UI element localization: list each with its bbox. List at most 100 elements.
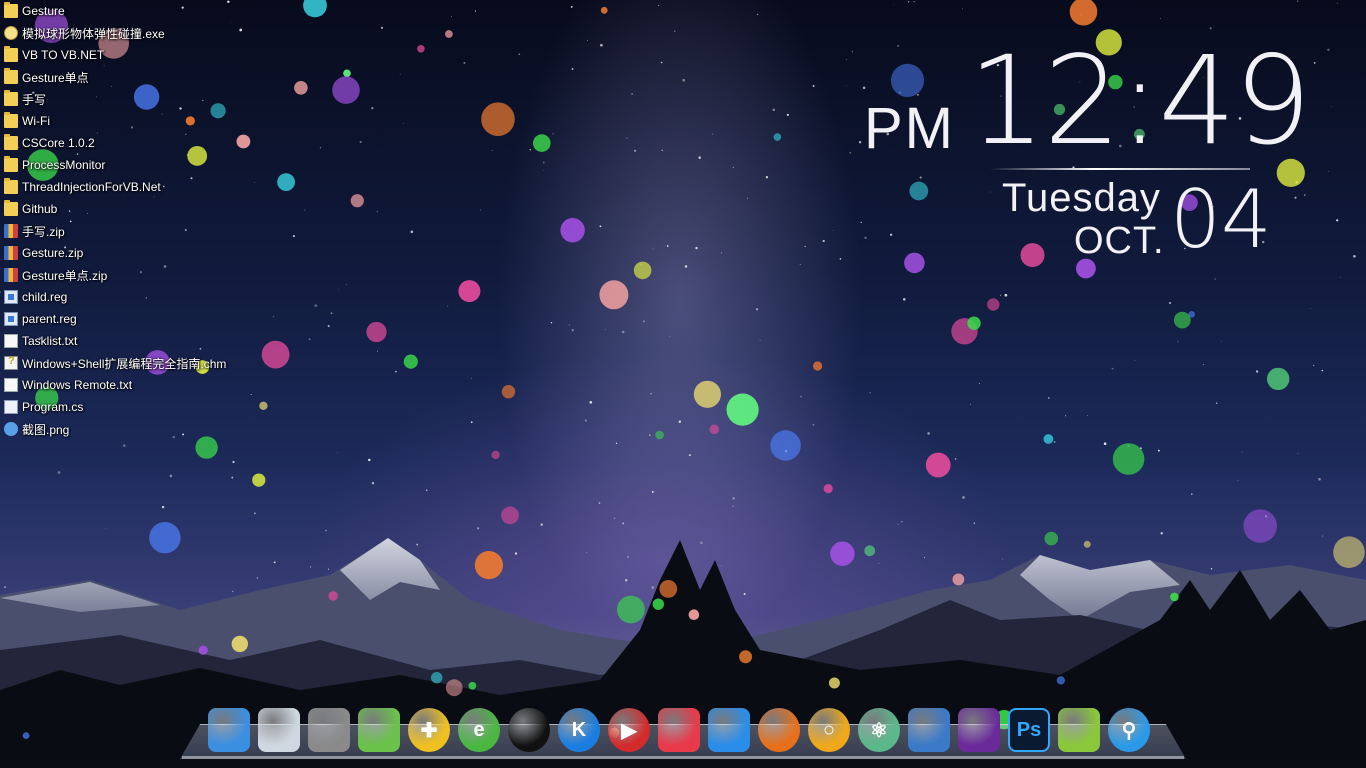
png-icon	[4, 422, 18, 436]
glow-orb	[633, 261, 652, 280]
glow-orb	[332, 76, 360, 104]
glow-orb	[501, 506, 519, 525]
desktop-item[interactable]: ThreadInjectionForVB.Net	[4, 176, 254, 198]
desktop-item[interactable]: 手写	[4, 88, 254, 110]
desktop-item[interactable]: CSCore 1.0.2	[4, 132, 254, 154]
search-icon[interactable]: ⚲	[1108, 708, 1150, 752]
glow-orb	[726, 393, 759, 426]
glow-orb	[22, 732, 30, 739]
glow-orb	[350, 194, 364, 208]
glow-orb	[830, 541, 855, 566]
txt-icon	[4, 378, 18, 392]
glow-orb	[468, 681, 477, 690]
glow-orb	[659, 580, 678, 598]
glow-orb	[1044, 531, 1059, 546]
clock-widget: PM 12:49 Tuesday OCT. 04	[860, 40, 1312, 270]
360-security-icon[interactable]: ✚	[408, 708, 450, 752]
folder-icon	[4, 156, 18, 172]
desktop-item[interactable]: Windows+Shell扩展编程完全指南.chm	[4, 352, 254, 374]
glow-orb	[709, 424, 720, 435]
ie-browser-icon[interactable]: e	[458, 708, 500, 752]
notepad-plus-icon[interactable]	[1058, 708, 1100, 752]
desktop-item[interactable]: parent.reg	[4, 308, 254, 330]
glow-orb	[823, 484, 833, 494]
desktop-item[interactable]: Gesture单点	[4, 66, 254, 88]
glow-orb	[1069, 0, 1098, 26]
glow-orb	[770, 430, 801, 461]
kugou-music-icon[interactable]: K	[558, 708, 600, 752]
dock-glyph: ⚲	[1121, 719, 1137, 742]
tmall-cat-icon[interactable]	[658, 708, 700, 752]
qq-penguin-icon[interactable]	[508, 708, 550, 752]
glow-orb	[1112, 443, 1145, 475]
clock-month: OCT.	[1074, 220, 1165, 262]
glow-orb	[431, 672, 443, 684]
glow-orb	[813, 361, 823, 371]
android-folder-icon[interactable]	[358, 708, 400, 752]
desktop-item[interactable]: Gesture单点.zip	[4, 264, 254, 286]
desktop-item[interactable]: ProcessMonitor	[4, 154, 254, 176]
visual-studio-icon[interactable]	[958, 708, 1000, 752]
desktop-item-label: Github	[22, 202, 58, 216]
glow-orb	[1043, 434, 1054, 444]
folder-icon	[4, 68, 18, 84]
desktop-item-label: ThreadInjectionForVB.Net	[22, 180, 161, 194]
desktop-item[interactable]: Program.cs	[4, 396, 254, 418]
glow-orb	[366, 321, 387, 343]
glow-orb	[1170, 592, 1179, 602]
zip-icon	[4, 268, 18, 282]
glow-orb	[828, 677, 840, 689]
desktop-item[interactable]: Windows Remote.txt	[4, 374, 254, 396]
vmware-icon[interactable]	[908, 708, 950, 752]
desktop-item-label: Windows+Shell扩展编程完全指南.chm	[22, 356, 227, 371]
desktop-item[interactable]: 手写.zip	[4, 220, 254, 242]
clock-day: 04	[1170, 173, 1272, 266]
glow-orb	[952, 573, 965, 586]
desktop-item-label: 截图.png	[22, 422, 70, 437]
computer-icon[interactable]	[208, 708, 250, 752]
glow-orb	[303, 0, 327, 18]
desktop-item-label: 手写.zip	[22, 224, 65, 239]
glow-orb	[693, 380, 722, 408]
dock-glyph: ⚛	[870, 719, 888, 742]
desktop-item[interactable]: VB TO VB.NET	[4, 44, 254, 66]
desktop-item-label: Gesture	[22, 4, 65, 18]
desktop-item[interactable]: child.reg	[4, 286, 254, 308]
desktop-item-label: Gesture单点.zip	[22, 268, 108, 283]
glow-orb	[198, 645, 208, 655]
desktop-item-label: Gesture单点	[22, 70, 89, 85]
desktop-item[interactable]: Github	[4, 198, 254, 220]
dock-glyph: ○	[822, 718, 836, 741]
recycle-bin-icon[interactable]	[258, 708, 300, 752]
desktop-item[interactable]: Tasklist.txt	[4, 330, 254, 352]
folder-icon	[4, 90, 18, 106]
folder-icon	[4, 200, 18, 216]
photoshop-icon[interactable]: Ps	[1008, 708, 1050, 752]
desktop-item-label: Windows Remote.txt	[22, 378, 133, 392]
desktop-item[interactable]: 模拟球形物体弹性碰撞.exe	[4, 22, 254, 44]
firefox-icon[interactable]	[758, 708, 800, 752]
glow-orb	[445, 30, 453, 38]
atom-editor-icon[interactable]: ⚛	[858, 708, 900, 752]
media-player-icon[interactable]: ▶	[608, 708, 650, 752]
desktop-item[interactable]: Wi-Fi	[4, 110, 254, 132]
glow-orb	[259, 401, 268, 410]
glow-orb	[1243, 509, 1277, 543]
desktop-item[interactable]: 截图.png	[4, 418, 254, 440]
chrome-like-icon[interactable]: ○	[808, 708, 850, 752]
glow-orb	[403, 354, 418, 369]
feige-bird-icon[interactable]	[708, 708, 750, 752]
glow-orb	[1267, 367, 1290, 391]
desktop-item[interactable]: Gesture.zip	[4, 242, 254, 264]
desktop-item[interactable]: Gesture	[4, 0, 254, 22]
glow-orb	[294, 81, 308, 95]
desktop-item-label: VB TO VB.NET	[22, 48, 105, 62]
clock-weekday: Tuesday	[1002, 176, 1161, 220]
windows-tiles-icon[interactable]	[308, 708, 350, 752]
desktop-item-label: CSCore 1.0.2	[22, 136, 95, 150]
glow-orb	[987, 298, 1000, 311]
folder-icon	[4, 46, 18, 62]
glow-orb	[655, 430, 664, 440]
glow-orb	[261, 340, 290, 369]
app-dock: ✚ e K ▶ ○ ⚛ Ps ⚲	[208, 700, 1158, 752]
